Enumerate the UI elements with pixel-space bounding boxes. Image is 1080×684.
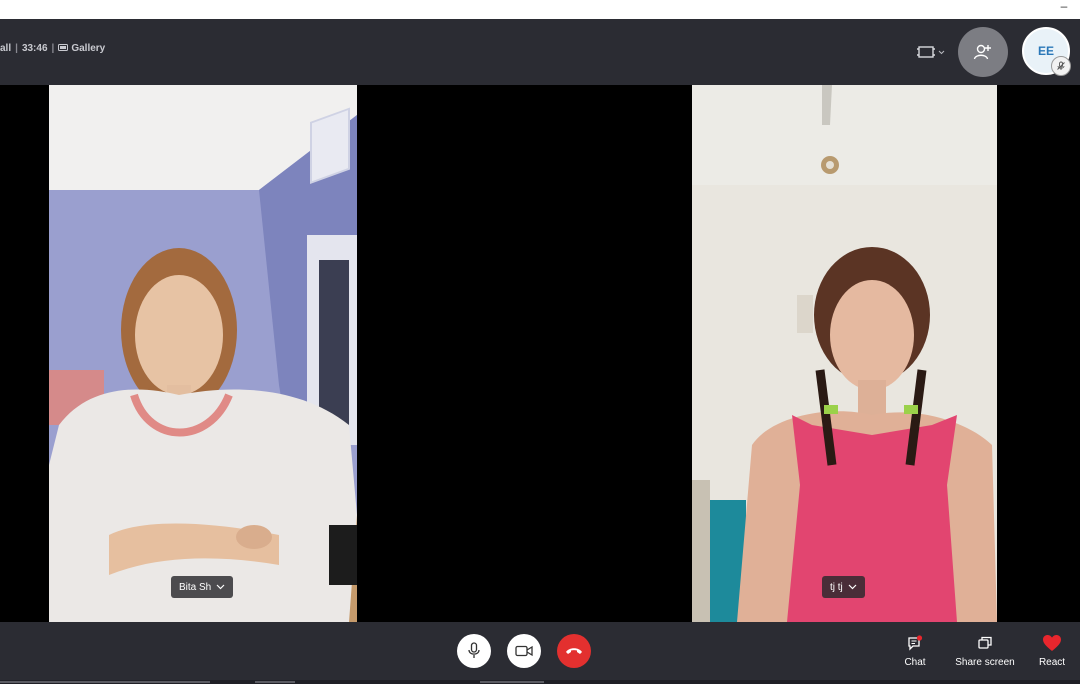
mic-muted-icon bbox=[1051, 56, 1071, 76]
video-stage: Bita Sh tj tj bbox=[0, 85, 1080, 622]
participant-video-feed bbox=[692, 85, 997, 622]
video-camera-icon bbox=[515, 645, 533, 657]
view-mode-label: Gallery bbox=[71, 42, 106, 54]
participant-name: Bita Sh bbox=[179, 581, 212, 593]
participant-video-tile[interactable]: Bita Sh bbox=[49, 85, 357, 622]
call-title: all bbox=[0, 42, 12, 54]
share-screen-label: Share screen bbox=[955, 657, 1015, 668]
layout-toggle-icon bbox=[917, 46, 935, 58]
view-mode-button[interactable]: Gallery bbox=[58, 43, 105, 54]
participant-name: tj tj bbox=[830, 581, 843, 593]
call-duration: 33:46 bbox=[21, 42, 48, 54]
layout-toggle-button[interactable] bbox=[916, 41, 948, 63]
gallery-icon bbox=[58, 43, 69, 51]
window-bottom-edge bbox=[0, 680, 1080, 684]
participant-video-tile[interactable]: tj tj bbox=[692, 85, 997, 622]
hang-up-icon bbox=[566, 648, 582, 654]
chevron-down-icon bbox=[938, 50, 945, 54]
share-screen-icon bbox=[978, 636, 992, 649]
mute-button[interactable] bbox=[457, 634, 491, 668]
end-call-button[interactable] bbox=[557, 634, 591, 668]
chevron-down-icon bbox=[216, 584, 225, 590]
separator: | bbox=[51, 42, 55, 54]
react-label: React bbox=[1038, 657, 1066, 668]
add-person-icon bbox=[973, 44, 991, 60]
chevron-down-icon bbox=[848, 584, 857, 590]
call-controls-bar: Chat Share screen React bbox=[0, 622, 1080, 684]
microphone-icon bbox=[468, 642, 480, 658]
share-screen-button[interactable]: Share screen bbox=[953, 634, 1017, 668]
title-bar: – bbox=[0, 0, 1080, 19]
participant-name-pill[interactable]: Bita Sh bbox=[171, 576, 234, 598]
avatar-initials: EE bbox=[1037, 44, 1054, 58]
chat-button[interactable]: Chat bbox=[899, 634, 931, 668]
self-avatar[interactable]: EE bbox=[1022, 27, 1071, 76]
video-toggle-button[interactable] bbox=[507, 634, 541, 668]
participant-video-feed bbox=[49, 85, 357, 622]
notification-badge bbox=[916, 635, 923, 641]
heart-icon bbox=[1043, 635, 1061, 651]
chat-label: Chat bbox=[904, 657, 926, 668]
minimize-button[interactable]: – bbox=[1058, 0, 1070, 13]
add-people-button[interactable] bbox=[958, 27, 1008, 77]
call-info: all | 33:46 | Gallery bbox=[0, 41, 105, 55]
separator: | bbox=[15, 42, 18, 54]
react-button[interactable]: React bbox=[1034, 634, 1070, 668]
chat-icon bbox=[908, 635, 923, 651]
participant-name-pill[interactable]: tj tj bbox=[822, 576, 865, 598]
